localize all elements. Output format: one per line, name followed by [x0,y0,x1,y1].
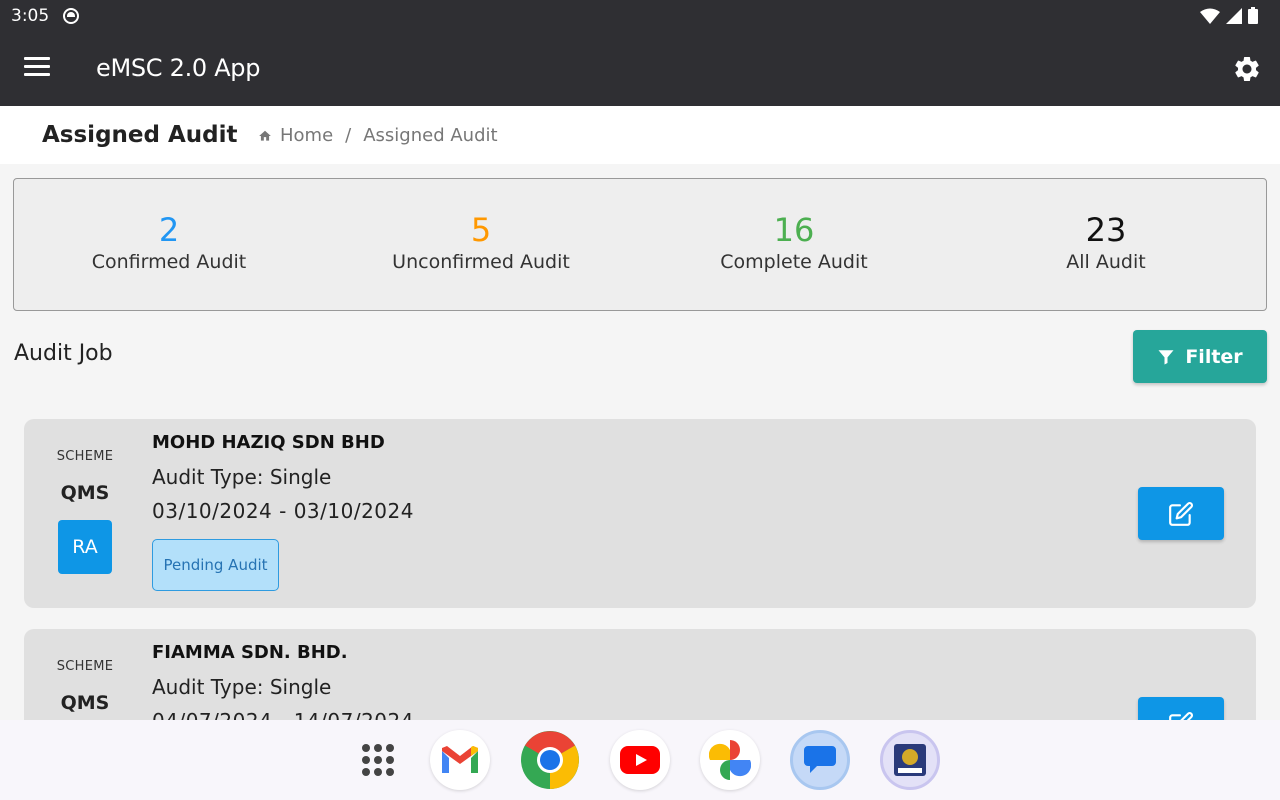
edit-button[interactable] [1138,487,1224,540]
stat-value: 2 [158,211,180,249]
photos-icon [709,740,751,780]
audit-type: Audit Type: Single [152,675,332,699]
stat-label: Confirmed Audit [91,251,247,273]
breadcrumb-separator: / [345,125,352,146]
audit-dates: 03/10/2024 - 03/10/2024 [152,499,414,523]
emsc-app-icon [894,744,926,776]
settings-button[interactable] [1232,54,1262,84]
audit-job-title: Audit Job [14,341,113,366]
signal-icon [1226,7,1242,24]
scheme-label: SCHEME [56,449,114,464]
app-dock [0,720,1280,800]
breadcrumb-home[interactable]: Home [258,125,333,146]
breadcrumb-current: Assigned Audit [363,125,498,146]
apps-grid-icon [362,744,394,776]
stat-value: 16 [773,211,815,249]
chrome-icon [521,731,579,789]
status-icons [1200,7,1258,24]
menu-button[interactable] [24,57,50,79]
stat-unconfirmed[interactable]: 5 Unconfirmed Audit [331,211,631,273]
stat-complete[interactable]: 16 Complete Audit [644,211,944,273]
edit-icon [1169,501,1193,526]
battery-icon [1248,7,1258,24]
messages-icon [804,746,836,773]
home-icon [259,130,271,141]
gmail-icon [442,746,478,773]
stat-value: 23 [1085,211,1127,249]
photos-app[interactable] [700,730,760,790]
stat-confirmed[interactable]: 2 Confirmed Audit [19,211,319,273]
scheme-value: QMS [60,692,110,714]
filter-button[interactable]: Filter [1133,330,1267,383]
breadcrumb: Home / Assigned Audit [258,125,498,146]
filter-icon [1158,349,1174,364]
filter-label: Filter [1185,345,1243,368]
menu-icon-line [24,65,50,68]
messages-app[interactable] [790,730,850,790]
breadcrumb-bar: Assigned Audit Home / Assigned Audit [0,106,1280,164]
app-title: eMSC 2.0 App [96,54,261,82]
stat-label: All Audit [1066,251,1146,273]
apps-grid-button[interactable] [348,730,408,790]
notification-icon [63,8,79,24]
breadcrumb-home-label: Home [280,125,334,146]
role-badge[interactable]: RA [58,520,112,574]
audit-job-card[interactable]: SCHEME QMS RA MOHD HAZIQ SDN BHD Audit T… [24,419,1256,608]
menu-icon-line [24,57,50,60]
company-name: MOHD HAZIQ SDN BHD [152,432,385,453]
menu-icon-line [24,73,50,76]
gmail-app[interactable] [430,730,490,790]
company-name: FIAMMA SDN. BHD. [152,642,348,663]
page-title: Assigned Audit [42,122,238,148]
status-time: 3:05 [11,6,50,26]
youtube-app[interactable] [610,730,670,790]
youtube-icon [620,746,660,774]
status-bar: 3:05 [0,0,1280,32]
scheme-label: SCHEME [56,659,114,674]
audit-type: Audit Type: Single [152,465,332,489]
stat-label: Complete Audit [720,251,868,273]
app-bar: eMSC 2.0 App [0,32,1280,106]
chrome-app[interactable] [520,730,580,790]
audit-stats-card: 2 Confirmed Audit 5 Unconfirmed Audit 16… [13,178,1267,311]
stat-value: 5 [470,211,492,249]
stat-label: Unconfirmed Audit [392,251,570,273]
wifi-icon [1200,8,1220,24]
status-badge: Pending Audit [152,539,279,591]
gear-icon [1235,56,1259,81]
scheme-value: QMS [60,482,110,504]
emsc-app[interactable] [880,730,940,790]
stat-all[interactable]: 23 All Audit [956,211,1256,273]
